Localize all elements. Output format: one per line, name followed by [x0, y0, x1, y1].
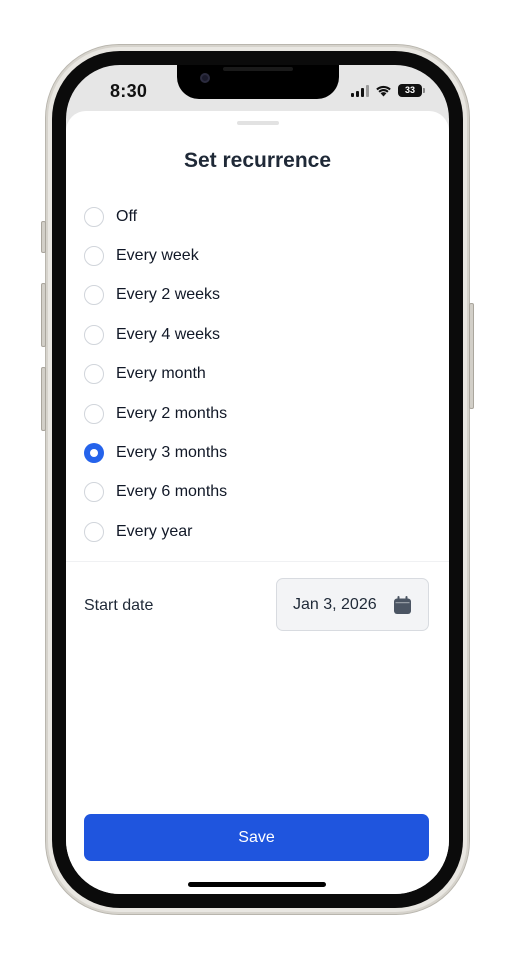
wifi-icon: [376, 85, 391, 97]
option-every-week[interactable]: Every week: [84, 236, 424, 275]
status-bar: 8:30 33: [66, 65, 449, 113]
radio-button[interactable]: [84, 482, 104, 503]
option-every-2-months[interactable]: Every 2 months: [84, 394, 424, 433]
radio-button[interactable]: [84, 206, 104, 227]
option-label: Every month: [116, 365, 206, 383]
phone-frame: 8:30 33 Set recurrence Off Every week Ev…: [41, 44, 474, 915]
mute-switch: [41, 221, 46, 253]
volume-down-button: [41, 367, 46, 431]
option-label: Every 2 months: [116, 404, 228, 422]
start-date-picker[interactable]: Jan 3, 2026: [276, 578, 429, 631]
power-button: [469, 303, 474, 409]
radio-button[interactable]: [84, 246, 104, 267]
option-label: Off: [116, 207, 138, 225]
recurrence-sheet: Set recurrence Off Every week Every 2 we…: [66, 111, 449, 894]
option-label: Every week: [116, 247, 199, 265]
option-label: Every 6 months: [116, 483, 228, 501]
battery-level: 33: [398, 84, 422, 97]
front-camera-icon: [200, 73, 210, 83]
option-label: Every year: [116, 522, 193, 540]
sheet-grabber[interactable]: [237, 121, 279, 125]
option-every-4-weeks[interactable]: Every 4 weeks: [84, 315, 424, 354]
radio-button[interactable]: [84, 285, 104, 306]
radio-button[interactable]: [84, 364, 104, 385]
speaker-grille: [223, 67, 293, 71]
signal-icon: [351, 84, 369, 97]
status-icons: 33: [351, 84, 425, 97]
start-date-value: Jan 3, 2026: [293, 595, 377, 613]
option-every-month[interactable]: Every month: [84, 355, 424, 394]
notch: [177, 65, 339, 99]
radio-button[interactable]: [84, 521, 104, 542]
home-indicator[interactable]: [188, 882, 326, 887]
phone-screen: 8:30 33 Set recurrence Off Every week Ev…: [66, 65, 449, 894]
radio-button-selected[interactable]: [84, 443, 104, 464]
battery-icon: 33: [398, 84, 425, 97]
radio-button[interactable]: [84, 324, 104, 345]
option-label: Every 2 weeks: [116, 286, 221, 304]
option-every-year[interactable]: Every year: [84, 512, 424, 551]
sheet-title: Set recurrence: [183, 149, 332, 172]
section-divider: [66, 561, 449, 562]
option-label: Every 3 months: [116, 444, 228, 462]
option-label: Every 4 weeks: [116, 325, 221, 343]
volume-up-button: [41, 283, 46, 347]
calendar-icon: [394, 596, 411, 614]
option-off[interactable]: Off: [84, 197, 424, 236]
start-date-label: Start date: [84, 597, 154, 614]
option-every-3-months[interactable]: Every 3 months: [84, 433, 424, 472]
save-button[interactable]: Save: [84, 814, 429, 861]
radio-button[interactable]: [84, 403, 104, 424]
option-every-6-months[interactable]: Every 6 months: [84, 473, 424, 512]
status-time: 8:30: [110, 81, 148, 101]
option-every-2-weeks[interactable]: Every 2 weeks: [84, 276, 424, 315]
recurrence-options: Off Every week Every 2 weeks Every 4 wee…: [84, 197, 424, 552]
